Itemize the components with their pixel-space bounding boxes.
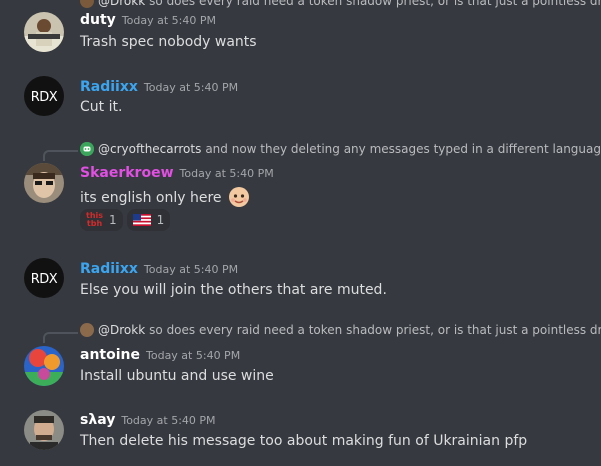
reaction-count: 1 xyxy=(156,213,165,227)
us-flag-icon xyxy=(132,214,151,226)
avatar[interactable] xyxy=(24,12,64,52)
this-tbh-emoji-icon: this tbh xyxy=(86,211,104,228)
baby-face-emoji-icon xyxy=(228,186,250,212)
message-content: Then delete his message too about making… xyxy=(80,433,528,449)
reactions: this tbh 1 1 xyxy=(80,209,174,231)
reply-avatar xyxy=(80,0,94,8)
reply-preview[interactable]: @Drokk so does every raid need a token s… xyxy=(80,323,601,337)
avatar[interactable] xyxy=(24,163,64,203)
timestamp: Today at 5:40 PM xyxy=(143,81,239,94)
message-content: Install ubuntu and use wine xyxy=(80,368,274,384)
reply-author[interactable]: @Drokk xyxy=(98,0,145,8)
avatar-text: RDX xyxy=(31,90,58,105)
message-content: Cut it. xyxy=(80,99,123,115)
username[interactable]: Skaerkroew xyxy=(80,165,174,181)
reply-text[interactable]: so does every raid need a token shadow p… xyxy=(149,323,601,337)
avatar[interactable] xyxy=(24,410,64,450)
reaction-count: 1 xyxy=(109,213,117,227)
avatar[interactable] xyxy=(24,346,64,386)
reply-spine xyxy=(43,150,78,161)
reply-preview[interactable]: @Drokk so does every raid need a token s… xyxy=(80,0,601,8)
reply-author[interactable]: @cryofthecarrots xyxy=(98,142,201,156)
avatar[interactable]: RDX xyxy=(24,258,64,298)
reaction-us-flag[interactable]: 1 xyxy=(126,209,171,231)
reply-author[interactable]: @Drokk xyxy=(98,323,145,337)
reply-text[interactable]: and now they deleting any messages typed… xyxy=(205,142,601,156)
avatar-text: RDX xyxy=(31,272,58,287)
avatar[interactable]: RDX xyxy=(24,76,64,116)
reply-avatar xyxy=(80,323,94,337)
username[interactable]: duty xyxy=(80,12,116,28)
username[interactable]: Radiixx xyxy=(80,261,138,277)
reaction-this-tbh[interactable]: this tbh 1 xyxy=(80,209,123,231)
username[interactable]: antoine xyxy=(80,347,140,363)
username[interactable]: sλay xyxy=(80,412,115,428)
timestamp: Today at 5:40 PM xyxy=(121,414,216,427)
reply-spine xyxy=(43,332,78,343)
message-text: its english only here xyxy=(80,190,222,206)
username[interactable]: Radiixx xyxy=(80,79,138,95)
timestamp: Today at 5:40 PM xyxy=(143,263,239,276)
reply-preview[interactable]: @cryofthecarrots and now they deleting a… xyxy=(80,142,601,156)
message-content: Trash spec nobody wants xyxy=(80,34,257,50)
timestamp: Today at 5:40 PM xyxy=(179,167,274,180)
timestamp: Today at 5:40 PM xyxy=(121,14,216,27)
message-content: Else you will join the others that are m… xyxy=(80,282,387,298)
discord-icon xyxy=(80,142,94,156)
reply-text[interactable]: so does every raid need a token shadow p… xyxy=(149,0,601,8)
timestamp: Today at 5:40 PM xyxy=(146,349,241,362)
